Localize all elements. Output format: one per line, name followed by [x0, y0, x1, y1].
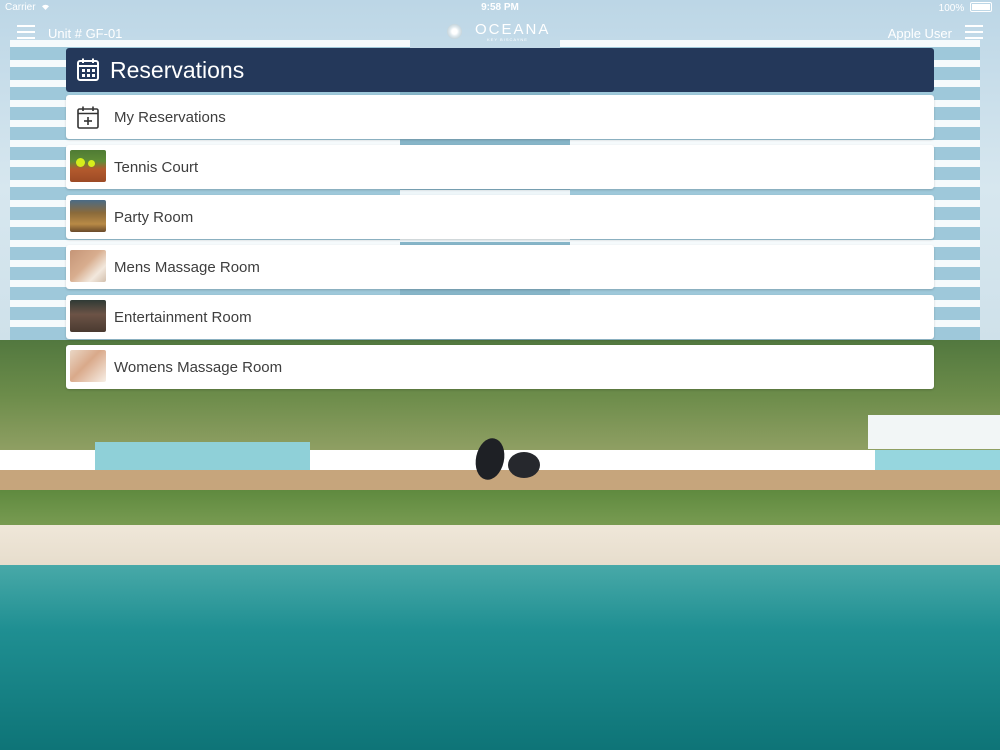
user-menu-icon[interactable]: [965, 25, 983, 39]
entertainment-room-thumbnail: [70, 300, 106, 332]
item-label: Tennis Court: [114, 159, 199, 176]
tennis-court-thumbnail: [70, 150, 106, 182]
calendar-add-icon: [77, 106, 99, 129]
page-title: Reservations: [110, 57, 245, 83]
status-time: 9:58 PM: [481, 2, 519, 13]
item-label: Entertainment Room: [114, 309, 252, 326]
battery: 100%: [939, 2, 992, 14]
menu-icon[interactable]: [17, 25, 35, 39]
list-item-my-reservations[interactable]: My Reservations: [66, 95, 934, 139]
mens-massage-thumbnail: [70, 250, 106, 282]
item-label: Womens Massage Room: [114, 359, 283, 376]
list-item-tennis-court[interactable]: Tennis Court: [66, 145, 934, 189]
item-label: My Reservations: [114, 109, 226, 126]
logo: OCEANA KEY BISCAYNE: [447, 21, 557, 47]
calendar-icon: [77, 58, 99, 81]
unit-label: Unit # GF-01: [48, 26, 123, 41]
reservations-header: Reservations: [66, 48, 934, 92]
party-room-thumbnail: [70, 200, 106, 232]
logo-mark-icon: [447, 24, 462, 39]
logo-word: OCEANA: [475, 21, 551, 38]
list-item-womens-massage-room[interactable]: Womens Massage Room: [66, 345, 934, 389]
list-item-mens-massage-room[interactable]: Mens Massage Room: [66, 245, 934, 289]
logo-subtitle: KEY BISCAYNE: [487, 37, 528, 42]
status-bar: Carrier 9:58 PM 100%: [0, 0, 1000, 14]
item-label: Party Room: [114, 209, 194, 226]
battery-percent: 100%: [938, 3, 965, 14]
list-item-party-room[interactable]: Party Room: [66, 195, 934, 239]
item-label: Mens Massage Room: [114, 259, 260, 276]
user-name[interactable]: Apple User: [888, 26, 952, 41]
womens-massage-thumbnail: [70, 350, 106, 382]
list-item-entertainment-room[interactable]: Entertainment Room: [66, 295, 934, 339]
reservation-list: My Reservations Tennis Court Party Room …: [66, 95, 934, 395]
battery-icon: [970, 2, 992, 12]
